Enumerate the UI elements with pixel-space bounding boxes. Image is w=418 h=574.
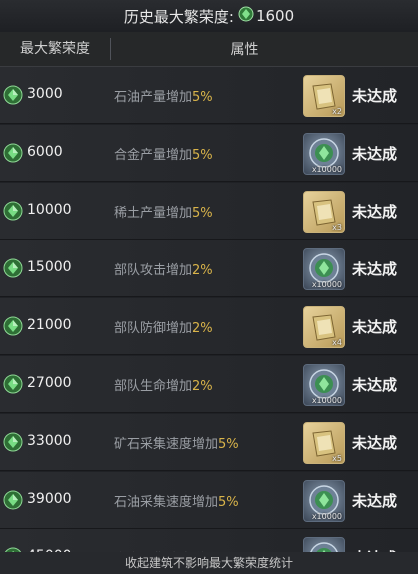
prosperity-gem-icon — [3, 85, 23, 109]
status-label: 未达成 — [352, 491, 398, 510]
prosperity-threshold: 33000 — [27, 432, 72, 449]
status-label: 未达成 — [352, 202, 398, 221]
footer-note: 收起建筑不影响最大繁荣度统计 — [0, 552, 418, 574]
status-label: 未达成 — [352, 318, 398, 337]
status-label: 未达成 — [352, 260, 398, 279]
milestone-row: 6000 合金产量增加5% x10000 未达成 — [0, 124, 418, 182]
attribute-percent: 5% — [192, 90, 213, 105]
attribute-label: 部队防御增加 — [114, 321, 193, 337]
prosperity-gem-icon — [238, 6, 254, 26]
prosperity-gem-icon — [3, 374, 23, 398]
attribute-label: 矿石采集速度增加 — [114, 436, 219, 452]
silver-coin-icon[interactable]: x10000 — [303, 479, 345, 522]
attribute-percent: 5% — [218, 494, 239, 510]
attribute-text: 合金产量增加5% — [114, 144, 213, 163]
silver-coin-icon[interactable] — [303, 537, 345, 552]
header-bar: 历史最大繁荣度: 1600 — [0, 0, 418, 32]
milestone-row: 21000 部队防御增加2% x4 未达成 — [0, 298, 418, 356]
reward-quantity: x4 — [332, 338, 342, 348]
milestone-row: 15000 部队攻击增加2% x10000 未达成 — [0, 240, 418, 298]
attribute-percent: 5% — [192, 205, 213, 221]
attribute-text: 石油产量增加5% — [114, 86, 213, 105]
prosperity-gem-icon — [3, 432, 23, 456]
milestone-list[interactable]: 3000 石油产量增加5% x2 未达成 6000 合金产量增加5% x10000 未达成 10… — [0, 67, 418, 552]
gold-ticket-icon[interactable]: x4 — [303, 306, 345, 349]
attribute-percent: 2% — [192, 378, 213, 394]
prosperity-threshold: 6000 — [27, 143, 63, 160]
milestone-row: 10000 稀土产量增加5% x3 未达成 — [0, 182, 418, 240]
history-max-value: 1600 — [255, 7, 295, 25]
prosperity-threshold: 10000 — [27, 201, 72, 218]
attribute-label: 石油产量增加 — [114, 90, 193, 105]
attribute-text: 石油采集速度增加5% — [114, 491, 239, 510]
silver-coin-icon[interactable]: x10000 — [303, 363, 345, 406]
attribute-percent: 2% — [192, 321, 213, 337]
col-max-prosperity: 最大繁荣度 — [0, 38, 111, 60]
reward-quantity: x3 — [332, 222, 342, 232]
status-label: 未达成 — [352, 87, 398, 105]
prosperity-threshold: 27000 — [27, 374, 72, 391]
prosperity-gem-icon — [3, 258, 23, 282]
history-max-label: 历史最大繁荣度: — [123, 7, 234, 26]
silver-coin-icon[interactable]: x10000 — [303, 132, 345, 175]
gold-ticket-icon[interactable]: x2 — [303, 75, 345, 117]
col-attribute: 属性 — [230, 42, 259, 58]
prosperity-threshold: 39000 — [27, 490, 72, 507]
column-header: 最大繁荣度 属性 — [0, 32, 418, 67]
prosperity-threshold: 21000 — [27, 317, 72, 334]
milestone-row: 45000合金采集速度增加5%未达成 — [0, 529, 418, 552]
attribute-text: 矿石采集速度增加5% — [114, 433, 239, 452]
reward-quantity: x10000 — [311, 511, 342, 521]
attribute-percent: 2% — [192, 263, 213, 279]
prosperity-threshold: 3000 — [27, 86, 63, 102]
attribute-label: 石油采集速度增加 — [114, 494, 219, 510]
gold-ticket-icon[interactable]: x5 — [303, 421, 345, 464]
attribute-text: 部队攻击增加2% — [114, 259, 213, 278]
attribute-percent: 5% — [218, 436, 239, 452]
prosperity-gem-icon — [3, 201, 23, 225]
attribute-text: 稀土产量增加5% — [114, 202, 213, 221]
attribute-label: 部队生命增加 — [114, 378, 193, 394]
reward-quantity: x2 — [332, 107, 342, 116]
milestone-row: 39000 石油采集速度增加5% x10000 未达成 — [0, 471, 418, 529]
reward-quantity: x10000 — [311, 280, 342, 290]
silver-coin-icon[interactable]: x10000 — [303, 248, 345, 291]
attribute-label: 稀土产量增加 — [114, 205, 193, 221]
attribute-text: 部队生命增加2% — [114, 375, 213, 394]
reward-quantity: x10000 — [311, 395, 342, 405]
gold-ticket-icon[interactable]: x3 — [303, 190, 345, 233]
milestone-row: 33000 矿石采集速度增加5% x5 未达成 — [0, 413, 418, 471]
prosperity-gem-icon — [3, 143, 23, 167]
attribute-text: 部队防御增加2% — [114, 317, 213, 336]
reward-quantity: x5 — [332, 453, 342, 463]
attribute-label: 合金产量增加 — [114, 147, 193, 163]
prosperity-threshold: 15000 — [27, 259, 72, 276]
status-label: 未达成 — [352, 375, 398, 394]
prosperity-gem-icon — [3, 316, 23, 340]
status-label: 未达成 — [352, 144, 398, 163]
status-label: 未达成 — [352, 433, 398, 452]
milestone-row: 3000 石油产量增加5% x2 未达成 — [0, 67, 418, 124]
prosperity-gem-icon — [3, 490, 23, 514]
attribute-percent: 5% — [192, 147, 213, 163]
reward-quantity: x10000 — [311, 164, 342, 174]
milestone-row: 27000 部队生命增加2% x10000 未达成 — [0, 355, 418, 413]
attribute-label: 部队攻击增加 — [114, 263, 193, 279]
